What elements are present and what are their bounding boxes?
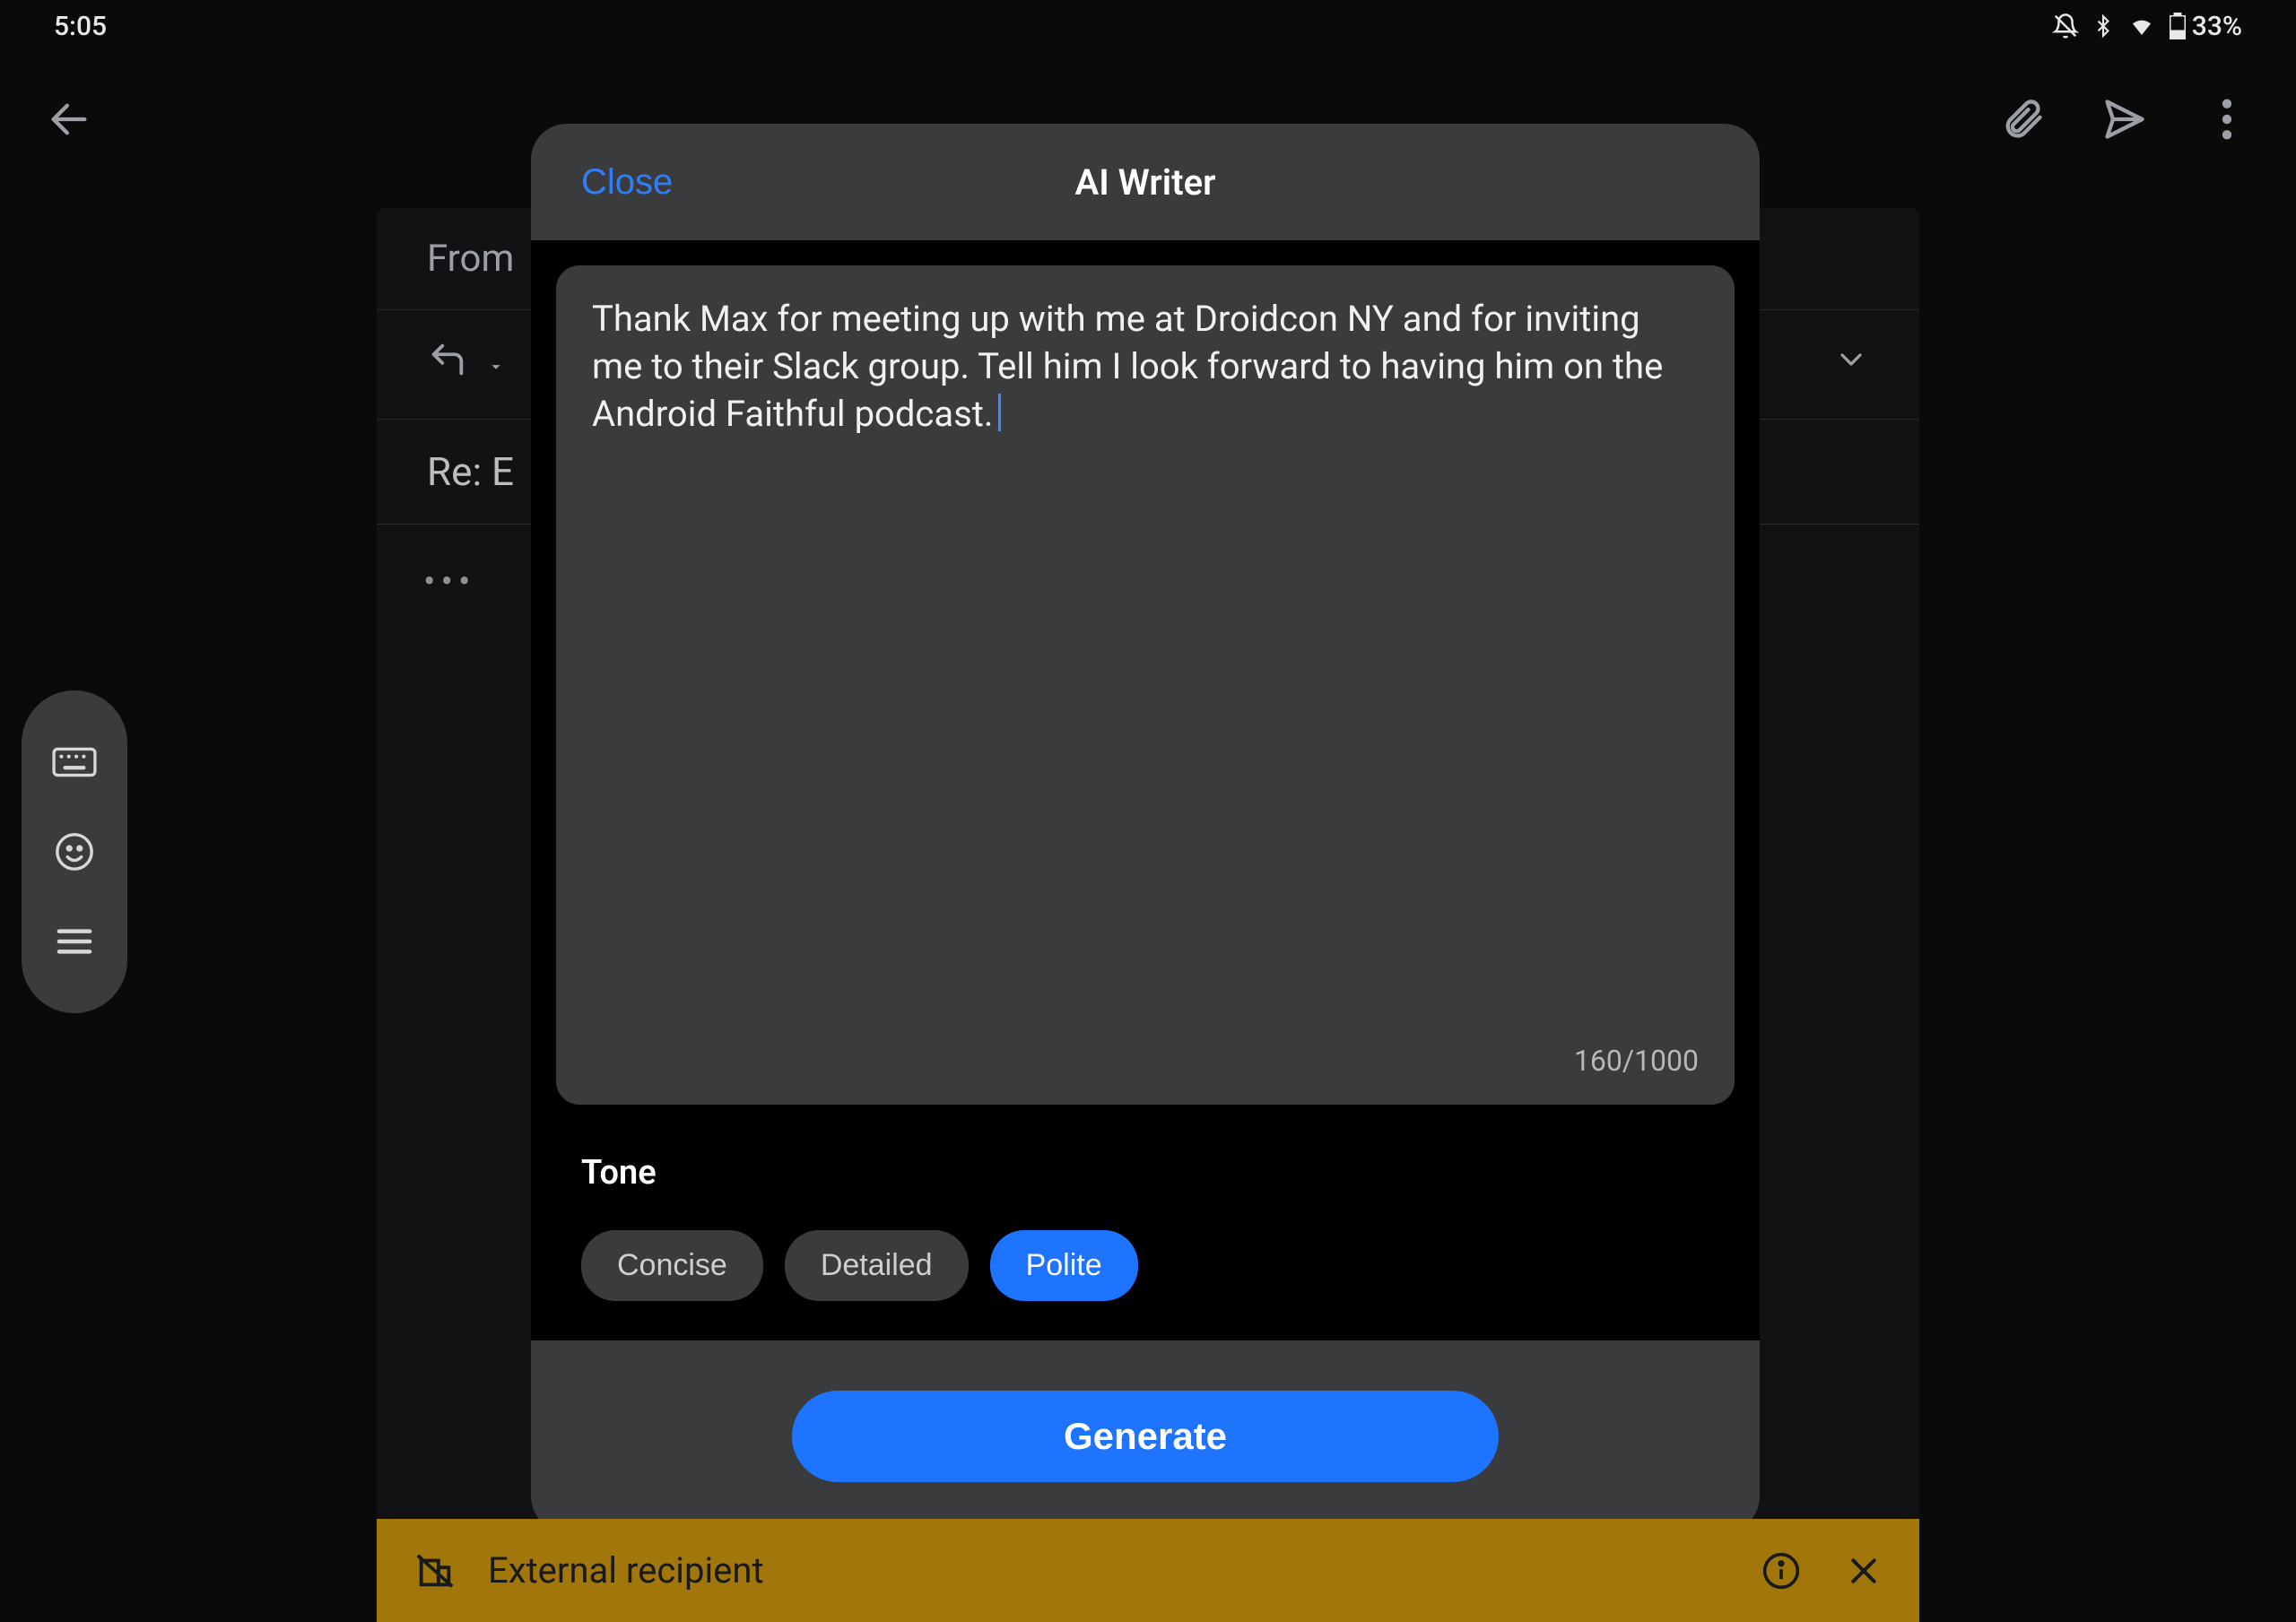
modal-footer: Generate [531,1340,1760,1532]
prompt-text: Thank Max for meeting up with me at Droi… [592,298,1672,435]
close-button[interactable]: Close [581,162,673,203]
char-count: 160/1000 [1574,1044,1699,1078]
external-recipient-banner: External recipient [377,1519,1919,1622]
modal-title: AI Writer [531,161,1760,204]
generate-button[interactable]: Generate [792,1391,1499,1482]
tone-chip-concise[interactable]: Concise [581,1230,763,1301]
tone-chip-polite[interactable]: Polite [990,1230,1138,1301]
tone-section: Tone Concise Detailed Polite [531,1130,1760,1340]
prompt-input[interactable]: Thank Max for meeting up with me at Droi… [556,265,1735,1105]
dismiss-banner-button[interactable] [1846,1553,1882,1589]
banner-text: External recipient [488,1549,1729,1592]
ai-writer-modal: Close AI Writer Thank Max for meeting up… [531,124,1760,1532]
modal-header: Close AI Writer [531,124,1760,240]
tone-chips: Concise Detailed Polite [581,1230,1709,1301]
tone-label: Tone [581,1153,1709,1193]
text-cursor [998,394,1001,431]
tone-chip-detailed[interactable]: Detailed [785,1230,969,1301]
info-button[interactable] [1761,1551,1801,1591]
building-off-icon [414,1550,456,1592]
